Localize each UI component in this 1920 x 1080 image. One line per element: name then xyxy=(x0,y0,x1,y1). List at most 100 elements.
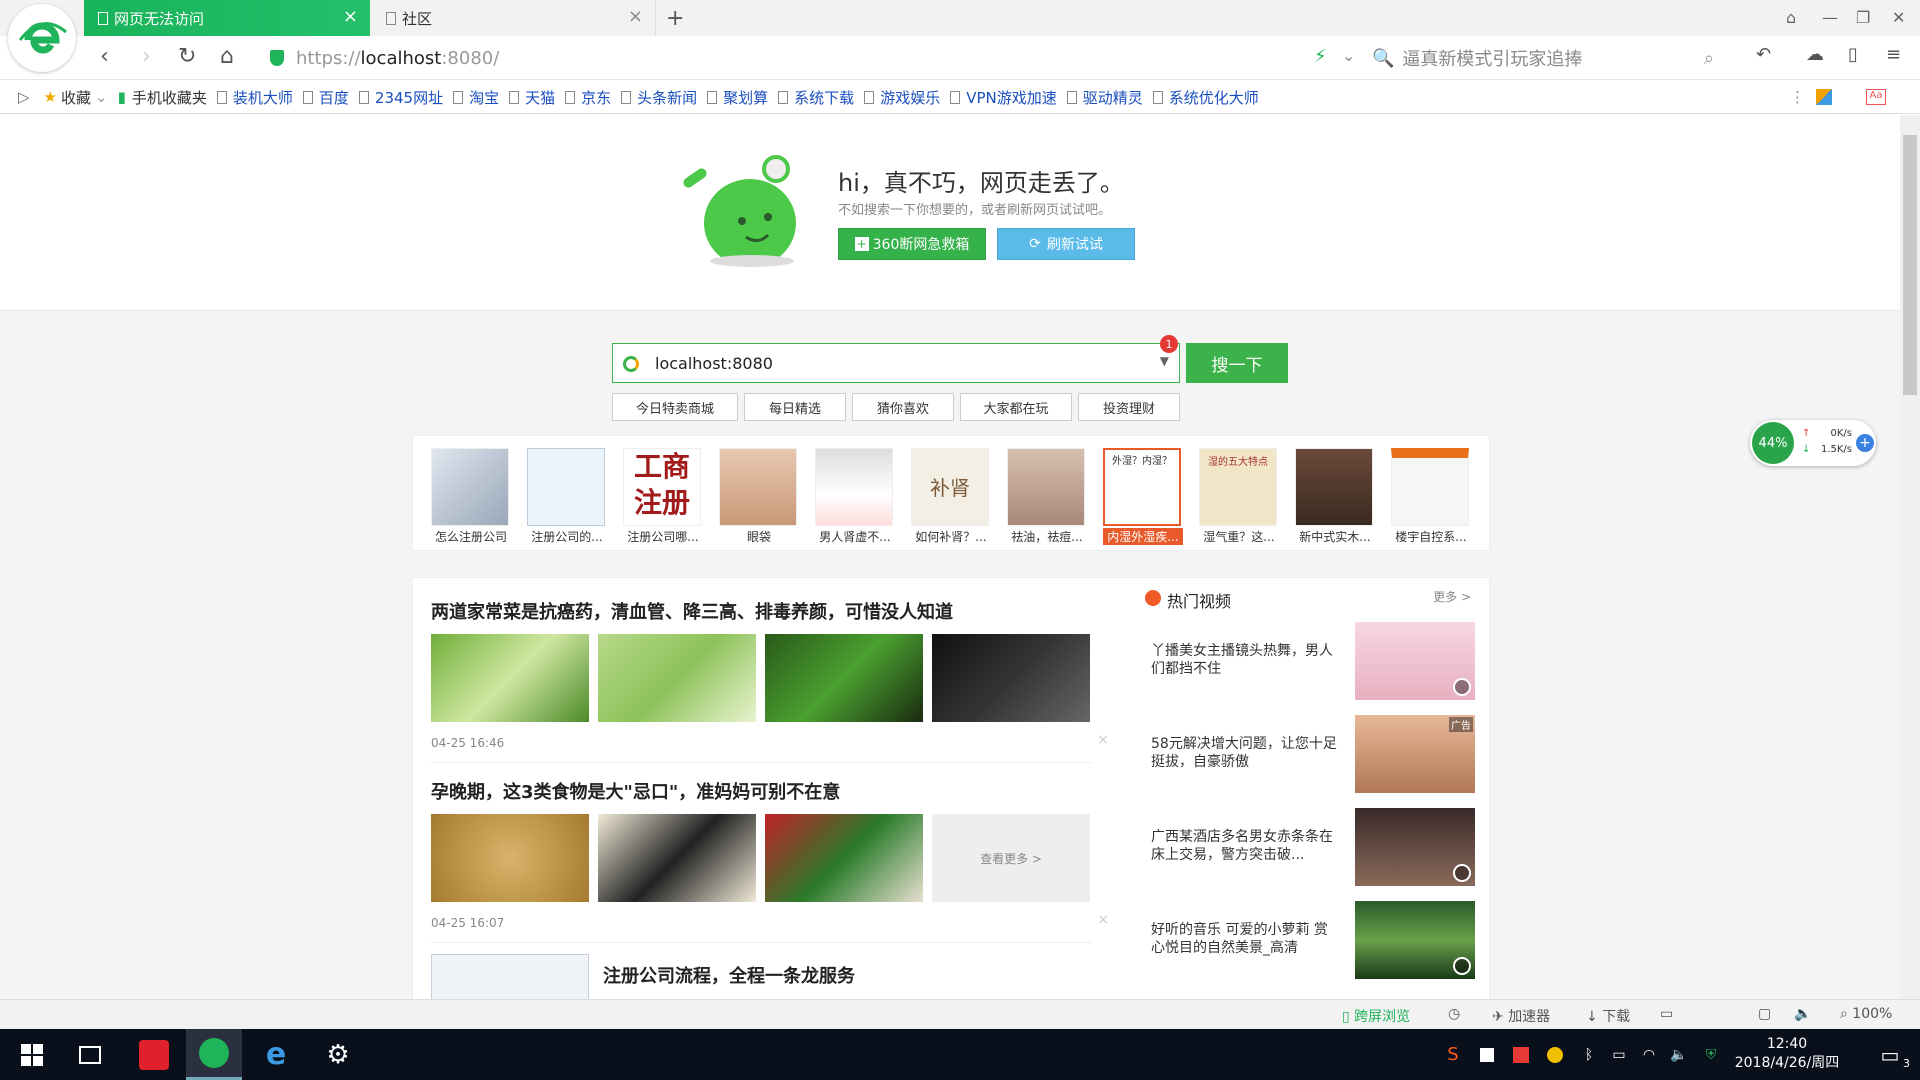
close-tab-icon[interactable]: × xyxy=(628,8,643,26)
bookmark-item[interactable]: 系统下载 xyxy=(778,87,854,108)
ad-item[interactable]: 楼宇自控系... xyxy=(1391,448,1471,545)
back-button[interactable]: ‹ xyxy=(100,44,109,69)
bookmark-item[interactable]: 淘宝 xyxy=(453,87,499,108)
address-bar[interactable]: https://localhost:8080/ ⚡ ⌄ xyxy=(266,42,1355,74)
ad-item[interactable]: 湿的五大特点 湿气重？这... xyxy=(1199,448,1279,545)
bookmark-item[interactable]: 百度 xyxy=(302,87,349,108)
article-title[interactable]: 两道家常菜是抗癌药，清血管、降三高、排毒养颜，可惜没人知道 xyxy=(431,598,1091,624)
dismiss-icon[interactable]: × xyxy=(1097,732,1109,748)
ie-taskbar-icon[interactable]: e xyxy=(248,1029,304,1080)
video-title[interactable]: 好听的音乐 可爱的小萝莉 赏心悦目的自然美景_高清 xyxy=(1151,921,1341,957)
search-input[interactable]: localhost:8080 xyxy=(655,354,773,373)
forward-button[interactable]: › xyxy=(142,44,151,69)
ad-item[interactable]: 补肾 如何补肾？... xyxy=(911,448,991,545)
window-icon[interactable]: ▢ xyxy=(1758,1006,1771,1022)
article[interactable]: 两道家常菜是抗癌药，清血管、降三高、排毒养颜，可惜没人知道 04-25 16:4… xyxy=(431,598,1109,763)
reload-button[interactable]: ↻ xyxy=(178,44,196,69)
tray-app-icon[interactable] xyxy=(1472,1029,1502,1080)
video-title[interactable]: 广西某酒店多名男女赤条条在床上交易，警方突击破... xyxy=(1151,828,1341,864)
tab-active[interactable]: 网页无法访问 × xyxy=(84,0,370,36)
hot-video-more[interactable]: 更多 > xyxy=(1433,588,1471,605)
search-icon[interactable]: ⌕ xyxy=(1704,48,1714,69)
history-icon[interactable]: ◷ xyxy=(1448,1006,1460,1022)
video-title[interactable]: 58元解决增大问题，让您十足挺拔，自豪骄傲 xyxy=(1151,735,1341,771)
close-tab-icon[interactable]: × xyxy=(343,8,358,26)
browser-360-taskbar-icon[interactable] xyxy=(186,1029,242,1080)
ad-item[interactable]: 工商 注册 注册公司哪... xyxy=(623,448,703,545)
quick-link[interactable]: 每日精选 xyxy=(744,393,846,421)
video-title[interactable]: 丫播美女主播镜头热舞，男人们都挡不住 xyxy=(1151,642,1341,678)
ad-item[interactable]: 男人肾虚不... xyxy=(815,448,895,545)
reader-icon[interactable]: Aa xyxy=(1866,89,1886,105)
article-title[interactable]: 注册公司流程，全程一条龙服务 xyxy=(603,962,855,988)
bluetooth-icon[interactable]: ᛒ xyxy=(1574,1029,1604,1080)
retry-button[interactable]: ⟳ 刷新试试 xyxy=(997,228,1135,260)
tray-app-icon[interactable] xyxy=(1540,1029,1570,1080)
see-more-button[interactable]: 查看更多 > xyxy=(932,814,1090,902)
wifi-icon[interactable]: ◠ xyxy=(1634,1029,1664,1080)
settings-app-icon[interactable]: ⚙ xyxy=(310,1029,366,1080)
quick-link[interactable]: 猜你喜欢 xyxy=(852,393,954,421)
scrollbar-thumb[interactable] xyxy=(1903,135,1917,395)
network-repair-button[interactable]: +360断网急救箱 xyxy=(838,228,986,260)
layout-icon[interactable]: ▭ xyxy=(1660,1006,1673,1022)
search-button[interactable]: 搜一下 xyxy=(1186,343,1288,383)
mobile-favorites[interactable]: ▮ 手机收藏夹 xyxy=(118,87,207,108)
cloud-icon[interactable]: ☁ xyxy=(1806,44,1824,65)
browser-logo-icon[interactable] xyxy=(8,4,76,72)
youdao-app-icon[interactable] xyxy=(126,1029,182,1080)
bookmark-item[interactable]: 系统优化大师 xyxy=(1152,87,1259,108)
accelerator-button[interactable]: ✈ 加速器 xyxy=(1492,1006,1550,1026)
article[interactable]: 孕晚期，这3类食物是大"忌口"，准妈妈可别不在意 查看更多 > 04-25 16… xyxy=(431,778,1109,943)
bookmark-item[interactable]: 京东 xyxy=(565,87,611,108)
chevron-down-icon[interactable]: ▼ xyxy=(1160,354,1169,368)
bookmark-item[interactable]: 游戏娱乐 xyxy=(864,87,940,108)
new-tab-button[interactable]: + xyxy=(666,6,684,31)
skin-icon[interactable]: ⌂ xyxy=(1786,8,1796,27)
url-text[interactable]: https://localhost:8080/ xyxy=(296,48,499,69)
bookmark-item[interactable]: 聚划算 xyxy=(707,87,768,108)
system-clock[interactable]: 12:40 2018/4/26/周四 xyxy=(1732,1035,1842,1073)
tray-app-icon[interactable] xyxy=(1506,1029,1536,1080)
apps-icon[interactable] xyxy=(1816,89,1832,105)
restore-button[interactable]: ❐ xyxy=(1856,8,1870,27)
ad-item[interactable]: 眼袋 xyxy=(719,448,799,545)
sidebar-toggle-icon[interactable]: ▷ xyxy=(18,88,30,106)
expand-icon[interactable]: + xyxy=(1856,434,1874,452)
bookmark-item[interactable]: 驱动精灵 xyxy=(1066,87,1143,108)
ad-item[interactable]: 注册公司的... xyxy=(527,448,607,545)
play-icon[interactable] xyxy=(1453,957,1471,975)
favorites-menu[interactable]: ★ 收藏 ⌄ xyxy=(44,87,108,108)
quick-link[interactable]: 今日特卖商城 xyxy=(612,393,738,421)
dismiss-icon[interactable]: × xyxy=(1097,912,1109,928)
search-bar[interactable]: 🔍 逼真新模式引玩家追捧 ⌕ xyxy=(1372,42,1722,74)
ad-item[interactable]: 外湿？内湿？ 内湿外湿疾... xyxy=(1103,448,1183,545)
home-button[interactable]: ⌂ xyxy=(220,44,234,69)
play-icon[interactable] xyxy=(1453,864,1471,882)
volume-icon[interactable]: 🔈 xyxy=(1794,1006,1811,1022)
minimize-button[interactable]: — xyxy=(1822,8,1838,27)
article-title[interactable]: 孕晚期，这3类食物是大"忌口"，准妈妈可别不在意 xyxy=(431,778,1091,804)
quick-link[interactable]: 大家都在玩 xyxy=(960,393,1072,421)
menu-icon[interactable]: ≡ xyxy=(1886,44,1901,65)
download-button[interactable]: ↓ 下载 xyxy=(1586,1006,1630,1026)
battery-icon[interactable]: ▭ xyxy=(1604,1029,1634,1080)
network-speed-widget[interactable]: 44% ↑ 0K/s ↓ 1.5K/s + xyxy=(1750,420,1876,466)
bookmark-item[interactable]: 头条新闻 xyxy=(621,87,697,108)
security-shield-icon[interactable]: ⛨ xyxy=(1696,1029,1726,1080)
volume-icon[interactable]: 🔈 xyxy=(1664,1029,1694,1080)
bookmark-item[interactable]: VPN游戏加速 xyxy=(950,87,1057,108)
task-view-icon[interactable] xyxy=(62,1029,118,1080)
zoom-control[interactable]: ⌕ 100% xyxy=(1840,1006,1892,1022)
undo-icon[interactable]: ↶ xyxy=(1756,44,1771,65)
search-box[interactable]: localhost:8080 ▼ xyxy=(612,343,1180,383)
more-icon[interactable]: ⋮ xyxy=(1790,88,1805,106)
quick-link[interactable]: 投资理财 xyxy=(1078,393,1180,421)
cross-screen-button[interactable]: ▯ 跨屏浏览 xyxy=(1342,1006,1410,1026)
vertical-scrollbar[interactable] xyxy=(1900,115,1920,999)
bookmark-item[interactable]: 装机大师 xyxy=(216,87,293,108)
chevron-down-icon[interactable]: ⌄ xyxy=(1342,46,1355,65)
windows-start-icon[interactable] xyxy=(4,1029,60,1080)
bookmark-item[interactable]: 天猫 xyxy=(509,87,555,108)
play-icon[interactable] xyxy=(1453,678,1471,696)
